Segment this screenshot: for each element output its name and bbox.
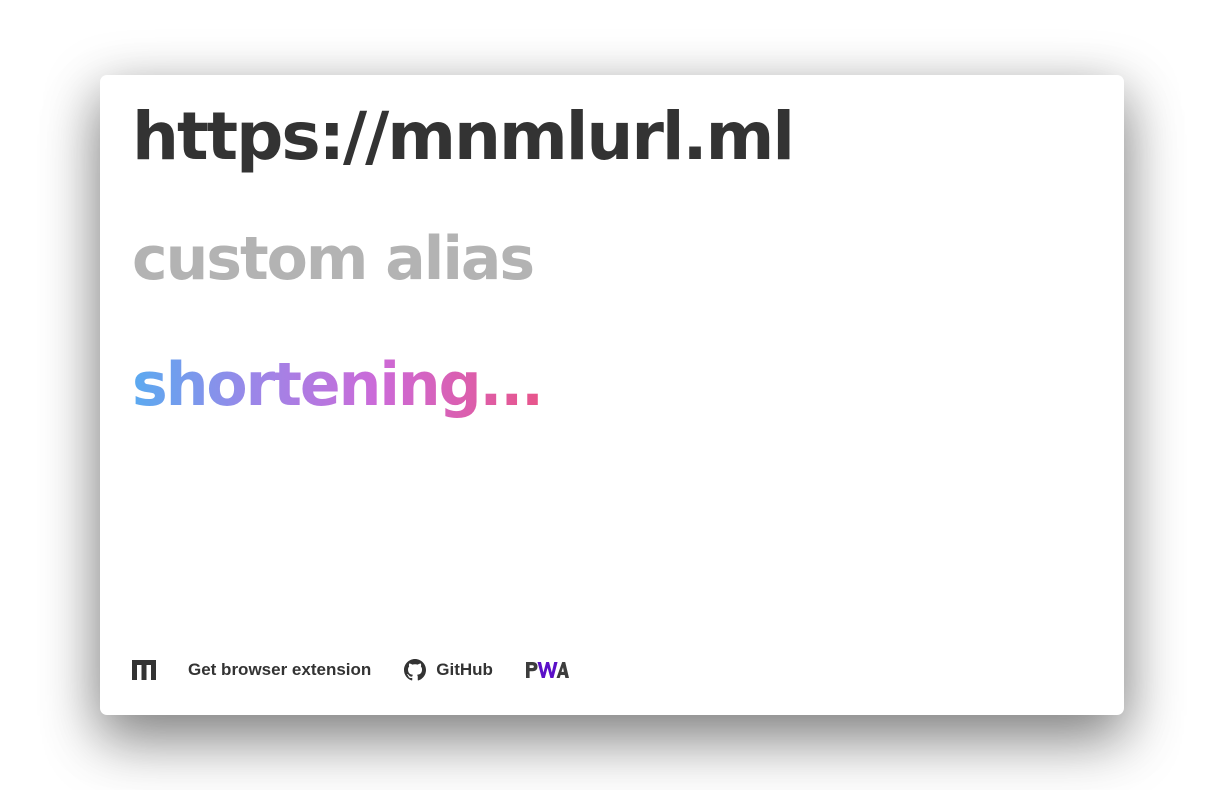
mnml-logo-icon[interactable] xyxy=(132,660,156,680)
browser-extension-link[interactable]: Get browser extension xyxy=(188,660,371,680)
status-text: shortening... xyxy=(132,350,544,420)
github-label: GitHub xyxy=(436,660,493,679)
footer: Get browser extension GitHub xyxy=(132,658,569,682)
github-link[interactable]: GitHub xyxy=(404,659,493,681)
site-url-title: https://mnmlurl.ml xyxy=(132,98,795,175)
pwa-badge-icon[interactable] xyxy=(525,661,569,679)
main-card: https://mnmlurl.ml shortening... Get bro… xyxy=(100,75,1124,715)
custom-alias-input[interactable] xyxy=(132,223,1032,295)
github-icon xyxy=(404,659,427,681)
